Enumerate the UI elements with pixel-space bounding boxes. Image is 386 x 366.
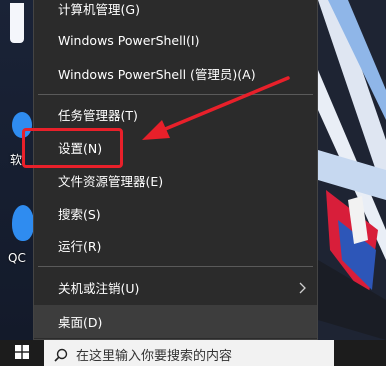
menu-divider xyxy=(38,94,313,95)
desktop-icon-label-software: 软 xyxy=(10,153,23,167)
menu-divider xyxy=(38,266,313,267)
desktop-icon-this-pc[interactable] xyxy=(10,3,24,43)
menu-item-label: 任务管理器(T) xyxy=(58,108,138,123)
menu-item-file-explorer[interactable]: 文件资源管理器(E) xyxy=(34,164,317,197)
menu-item-powershell[interactable]: Windows PowerShell(I) xyxy=(34,24,317,57)
menu-item-desktop[interactable]: 桌面(D) xyxy=(34,305,317,338)
menu-item-label: 计算机管理(G) xyxy=(58,2,140,17)
menu-item-run[interactable]: 运行(R) xyxy=(34,229,317,262)
menu-item-label: 运行(R) xyxy=(58,239,102,254)
menu-item-task-manager[interactable]: 任务管理器(T) xyxy=(34,98,317,131)
menu-item-search[interactable]: 搜索(S) xyxy=(34,197,317,230)
taskbar-search-box[interactable] xyxy=(44,340,334,366)
menu-item-powershell-admin[interactable]: Windows PowerShell (管理员)(A) xyxy=(34,57,317,90)
start-button[interactable] xyxy=(0,340,44,366)
menu-item-label: Windows PowerShell (管理员)(A) xyxy=(58,67,256,82)
desktop-icon-qq[interactable] xyxy=(12,205,34,241)
taskbar-search-input[interactable] xyxy=(74,347,318,365)
taskbar xyxy=(0,340,386,366)
menu-item-label: 搜索(S) xyxy=(58,207,101,222)
annotation-highlight-box xyxy=(22,128,123,168)
search-icon xyxy=(54,347,68,366)
menu-item-label: 桌面(D) xyxy=(58,315,103,330)
winx-context-menu: 计算机管理(G) Windows PowerShell(I) Windows P… xyxy=(33,0,318,340)
wallpaper-art xyxy=(318,0,386,340)
menu-item-label: 关机或注销(U) xyxy=(58,281,140,296)
menu-item-computer-management[interactable]: 计算机管理(G) xyxy=(34,0,317,25)
windows-logo-icon xyxy=(15,344,29,363)
menu-item-label: Windows PowerShell(I) xyxy=(58,33,200,48)
desktop-icon-label-qq: QC xyxy=(8,251,26,265)
chevron-right-icon xyxy=(299,271,307,304)
menu-item-label: 文件资源管理器(E) xyxy=(58,174,164,189)
menu-item-shutdown[interactable]: 关机或注销(U) xyxy=(34,271,317,304)
